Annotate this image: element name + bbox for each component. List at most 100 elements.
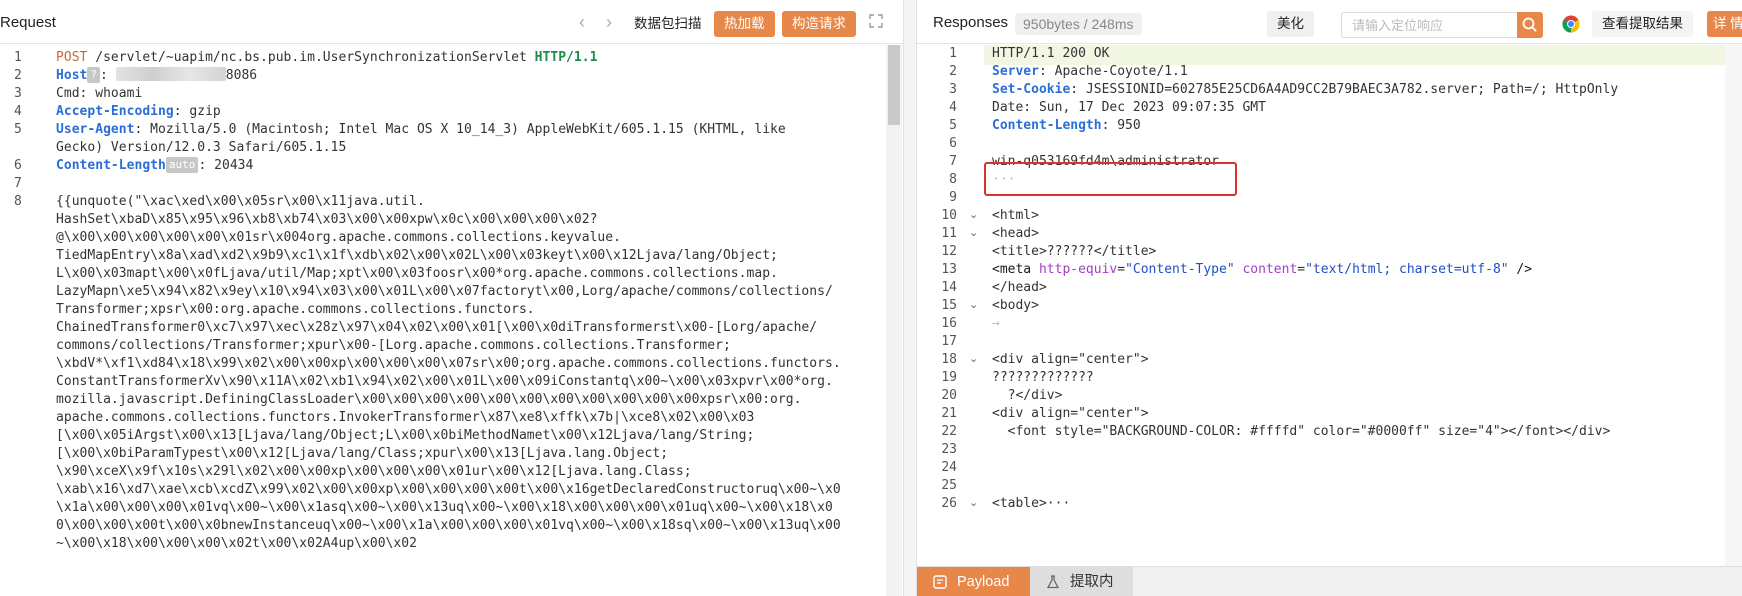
line-number: 3	[14, 86, 22, 101]
chevron-right-icon[interactable]: ›	[600, 12, 618, 32]
line-number: 23	[941, 442, 957, 457]
detail-button[interactable]: 详 情	[1707, 11, 1742, 37]
hot-load-button[interactable]: 热加载	[714, 11, 775, 37]
line-number: 2	[14, 68, 22, 83]
request-code-line: ~\x00\x18\x00\x00\x00\x02t\x00\x02A4up\x…	[56, 536, 417, 551]
request-code-line: \xbdV*\xf1\xd84\x18\x99\x02\x00\x00xp\x0…	[56, 356, 841, 371]
request-code-line: ConstantTransformerXv\x90\x11A\x02\xb1\x…	[56, 374, 833, 389]
meta-value: "text/html; charset=utf-8"	[1305, 262, 1509, 277]
response-code-line: →	[992, 316, 1000, 331]
pane-divider[interactable]	[903, 0, 917, 596]
beautify-button[interactable]: 美化	[1267, 11, 1314, 37]
meta-tag-close: />	[1508, 262, 1533, 277]
request-editor[interactable]: 1 2 3 4 5 6 7 8 POST /servlet/~uapim/nc.bs.pub.…	[0, 45, 903, 596]
build-request-button[interactable]: 构造请求	[782, 11, 856, 37]
line-number: 2	[949, 64, 957, 79]
fold-toggle-icon[interactable]: ⌄	[969, 208, 978, 221]
request-code-line: ChainedTransformer0\xc7\x97\xec\x28z\x97…	[56, 320, 818, 335]
line-number: 26	[941, 496, 957, 511]
header-badge: auto	[165, 157, 199, 173]
packet-scan-button[interactable]: 数据包扫描	[624, 11, 712, 37]
request-code-line: L\x00\x03mapt\x00\x0fLjava/util/Map;xpt\…	[56, 266, 778, 281]
response-code-line: </head>	[992, 280, 1047, 295]
response-scrollbar[interactable]	[1725, 45, 1742, 566]
fold-toggle-icon[interactable]: ⌄	[969, 496, 978, 509]
line-number: 15	[941, 298, 957, 313]
header-value: : 950	[1101, 118, 1141, 133]
line-number: 13	[941, 262, 957, 277]
response-code-line: <font style="BACKGROUND-COLOR: #ffffd" c…	[992, 424, 1611, 439]
header-key: User-Agent	[56, 122, 135, 137]
request-scrollbar-thumb[interactable]	[888, 45, 900, 125]
response-code-line: <div align="center">	[992, 406, 1149, 421]
request-code-line: Content-Length auto: 20434	[56, 157, 253, 175]
meta-tag-open: <meta	[992, 262, 1039, 277]
tab-payload[interactable]: Payload	[917, 567, 1030, 596]
request-code-line: POST /servlet/~uapim/nc.bs.pub.im.UserSy…	[56, 49, 597, 67]
response-editor[interactable]: 1 HTTP/1.1 200 OK 2 Server: Apache-Coyote/1…	[917, 45, 1725, 566]
line-number: 9	[949, 190, 957, 205]
fullscreen-icon[interactable]	[869, 14, 885, 30]
request-scrollbar[interactable]	[886, 45, 902, 596]
request-code-line: TiedMapEntry\x8a\xad\xd2\x9b9\xc1\x1f\xd…	[56, 248, 778, 263]
line-number: 24	[941, 460, 957, 475]
request-code-line: [\x00\x0biParamTypest\x00\x12[Ljava/lang…	[56, 446, 669, 461]
request-code-line: 0\x00\x00\x00t\x00\x0bnewInstanceuq\x00~…	[56, 518, 841, 533]
request-code-line: HashSet\xbaD\x85\x95\x96\xb8\xb74\x03\x0…	[56, 212, 598, 227]
chrome-icon[interactable]	[1562, 15, 1580, 33]
request-code-line: commons/collections/Transformer;xpur\x00…	[56, 338, 731, 353]
fold-toggle-icon[interactable]: ⌄	[969, 298, 978, 311]
response-code-line: <title>??????</title>	[992, 244, 1157, 259]
response-code-line: ?????????????	[992, 370, 1094, 385]
header-value: : Mozilla/5.0 (Macintosh; Intel Mac OS X…	[134, 122, 786, 137]
line-number: 1	[14, 50, 22, 65]
line-number: 20	[941, 388, 957, 403]
command-output-highlight-box	[984, 162, 1237, 196]
response-search-input[interactable]	[1342, 13, 1517, 37]
line-number: 19	[941, 370, 957, 385]
line-number: 4	[14, 104, 22, 119]
response-code-line: <div align="center">	[992, 352, 1149, 367]
fold-toggle-icon[interactable]: ⌄	[969, 352, 978, 365]
response-code-line: Date: Sun, 17 Dec 2023 09:07:35 GMT	[992, 100, 1266, 115]
line-number: 5	[949, 118, 957, 133]
redacted-host	[115, 67, 226, 81]
response-code-line: <body>	[992, 298, 1039, 313]
header-value: 8086	[225, 68, 258, 83]
line-number: 5	[14, 122, 22, 137]
tab-extract-label: 提取内容	[1070, 574, 1114, 590]
chevron-left-icon[interactable]: ‹	[573, 12, 591, 32]
request-code-line: \x90\xceX\x9f\x10s\x29l\x02\x00\x00xp\x0…	[56, 464, 692, 479]
fold-toggle-icon[interactable]: ⌄	[969, 226, 978, 239]
line-number: 1	[949, 46, 957, 61]
request-title: Request	[0, 14, 56, 31]
request-pane: Request ‹ › 数据包扫描 热加载 构造请求 1 2 3 4 5 6 7 8 POST…	[0, 0, 903, 596]
line-number: 18	[941, 352, 957, 367]
response-bottom-tabs: Payload 提取内容	[917, 566, 1742, 596]
response-code-line: <html>	[992, 208, 1039, 223]
line-number: 22	[941, 424, 957, 439]
line-number: 10	[941, 208, 957, 223]
response-code-line: Set-Cookie: JSESSIONID=602785E25CD6A4AD9…	[992, 81, 1618, 99]
response-search-box[interactable]	[1341, 12, 1517, 38]
flask-icon	[1046, 575, 1060, 589]
line-number: 8	[949, 172, 957, 187]
line-number: 11	[941, 226, 957, 241]
search-button[interactable]	[1517, 12, 1543, 38]
http-protocol: HTTP/1.1	[534, 50, 598, 65]
response-title: Responses	[933, 14, 1009, 31]
request-code-line: Accept-Encoding: gzip	[56, 103, 221, 121]
request-code-line: Gecko) Version/12.0.3 Safari/605.1.15	[56, 140, 347, 155]
response-code-line: HTTP/1.1 200 OK	[992, 46, 1110, 61]
request-code-line: @\x00\x00\x00\x00\x00\x01sr\x004org.apac…	[56, 230, 621, 245]
header-key: Server	[992, 64, 1039, 79]
header-key: Content-Length	[992, 118, 1102, 133]
request-code-line: \xab\x16\xd7\xae\xcb\xcdZ\x99\x02\x00\x0…	[56, 482, 841, 497]
line-number: 25	[941, 478, 957, 493]
tab-extract[interactable]: 提取内容	[1030, 567, 1133, 596]
meta-value: "Content-Type"	[1125, 262, 1235, 277]
header-badge: ?	[87, 67, 101, 83]
header-key: Host	[56, 68, 88, 83]
search-icon	[1522, 17, 1537, 32]
view-extract-button[interactable]: 查看提取结果	[1592, 11, 1693, 37]
